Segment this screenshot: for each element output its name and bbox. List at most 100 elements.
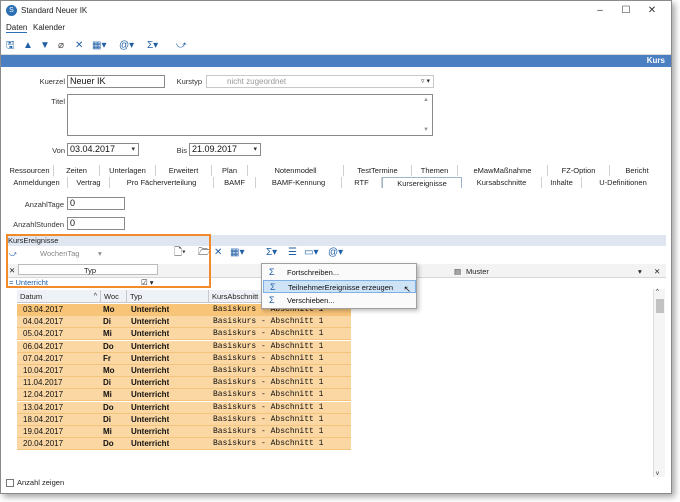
table-row[interactable]: 20.04.2017 Do Unterricht Basiskurs - Abschn… (17, 438, 351, 451)
tab-bamf-kennung[interactable]: BAMF-Kennung (256, 177, 342, 188)
sigma-icon[interactable]: Σ▾ (147, 39, 158, 53)
anzahlstunden-input[interactable]: 0 (67, 217, 125, 230)
sigma-icon[interactable]: Σ▾ (266, 246, 277, 260)
tab-pro-faecherverteilung[interactable]: Pro Fächerverteilung (110, 177, 214, 188)
calendar-dropdown-icon[interactable]: ▾ (253, 144, 257, 155)
menu-item-label: TeilnehmerEreignisse erzeugen (288, 283, 394, 292)
anzahl-zeigen-checkbox[interactable] (6, 479, 14, 488)
window-title: Standard Neuer IK (21, 6, 88, 15)
delete-icon[interactable]: ✕ (75, 39, 83, 53)
minimize-button[interactable]: – (593, 4, 607, 18)
sigma-icon: Σ (269, 267, 275, 277)
close-icon[interactable]: ✕ (654, 267, 660, 276)
woc-cell: Do (103, 439, 114, 449)
tab-anmeldungen[interactable]: Anmeldungen (6, 177, 68, 188)
tab-bericht[interactable]: Bericht (610, 165, 664, 176)
typ-cell: Unterricht (131, 439, 170, 449)
chevron-down-icon: ▿ ▾ (421, 78, 430, 85)
table-row[interactable]: 18.04.2017 Di Unterricht Basiskurs - Abschn… (17, 413, 351, 426)
kursabschnitt-cell: Basiskurs - Abschnitt 1 (213, 378, 324, 388)
woc-cell: Mi (103, 329, 112, 339)
tabs-row-1: Ressourcen Zeiten Unterlagen Erweitert P… (6, 165, 664, 176)
attach-icon[interactable]: ⌀ (58, 39, 64, 53)
menu-item-teilnehmerereignisse[interactable]: Σ TeilnehmerEreignisse erzeugen ↖ (263, 280, 416, 294)
menu-item-fortschreiben[interactable]: Σ Fortschreiben... (263, 266, 416, 279)
tab-bamf[interactable]: BAMF (214, 177, 256, 188)
tab-erweitert[interactable]: Erweitert (156, 165, 212, 176)
bis-date-field[interactable]: 21.09.2017 ▾ (189, 143, 261, 156)
tab-inhalte[interactable]: Inhalte (542, 177, 582, 188)
kursabschnitt-cell: Basiskurs - Abschnitt 1 (213, 439, 324, 449)
titel-textarea[interactable]: ▲ ▼ (67, 94, 433, 136)
menu-daten[interactable]: Daten (6, 23, 28, 33)
tab-ressourcen[interactable]: Ressourcen (6, 165, 54, 176)
up-arrow-icon[interactable]: ▲ (23, 39, 33, 53)
table-row[interactable]: 06.04.2017 Do Unterricht Basiskurs - Abschn… (17, 340, 351, 353)
table-icon[interactable]: ☰ (288, 246, 297, 260)
muster-label: Muster (466, 267, 489, 276)
woc-cell: Do (103, 402, 114, 412)
save-icon[interactable]: 🖫 (6, 39, 15, 53)
tab-testtermine[interactable]: TestTermine (344, 165, 412, 176)
table-row[interactable]: 07.04.2017 Fr Unterricht Basiskurs - Abschn… (17, 352, 351, 365)
table-row[interactable]: 04.04.2017 Di Unterricht Basiskurs - Abschn… (17, 316, 351, 329)
delete-icon[interactable]: ✕ (214, 246, 222, 260)
tab-themen[interactable]: Themen (412, 165, 458, 176)
table-row[interactable]: 12.04.2017 Mi Unterricht Basiskurs - Abschn… (17, 389, 351, 402)
scrollbar-thumb[interactable] (656, 299, 664, 313)
kursabschnitt-cell: Basiskurs - Abschnitt 1 (213, 414, 324, 424)
scroll-up-icon[interactable]: ▲ (423, 97, 429, 103)
title-bar: S Standard Neuer IK – ☐ ✕ (1, 1, 671, 21)
column-datum[interactable]: Datum ^ (17, 290, 101, 303)
down-arrow-icon[interactable]: ▼ (40, 39, 50, 53)
window-icon[interactable]: ▭▾ (304, 246, 318, 260)
tab-unterlagen[interactable]: Unterlagen (100, 165, 156, 176)
sort-up-icon: ^ (93, 293, 97, 300)
tab-rtf[interactable]: RTF (342, 177, 382, 188)
tab-emawmassnahme[interactable]: eMawMaßnahme (458, 165, 548, 176)
vertical-scrollbar[interactable]: ^ v (653, 289, 665, 477)
kuerzel-input[interactable]: Neuer IK (67, 75, 165, 88)
datum-cell: 18.04.2017 (23, 414, 64, 424)
scroll-down-icon[interactable]: ▼ (423, 127, 429, 133)
link-icon[interactable]: ⤻ (176, 39, 187, 53)
table-row[interactable]: 13.04.2017 Do Unterricht Basiskurs - Abschn… (17, 401, 351, 414)
scroll-up-icon[interactable]: ^ (656, 289, 659, 295)
tab-zeiten[interactable]: Zeiten (54, 165, 100, 176)
tab-plan[interactable]: Plan (212, 165, 248, 176)
chevron-down-icon[interactable]: ▾ (638, 267, 642, 276)
datum-cell: 03.04.2017 (23, 305, 64, 314)
typ-cell: Unterricht (131, 378, 170, 388)
kurstyp-select[interactable]: nicht zugeordnet ▿ ▾ (206, 75, 434, 88)
menu-kalender[interactable]: Kalender (33, 23, 65, 32)
table-row[interactable]: 10.04.2017 Mo Unterricht Basiskurs - Abschn… (17, 365, 351, 377)
close-button[interactable]: ✕ (645, 4, 659, 18)
at-icon[interactable]: @▾ (328, 246, 343, 260)
tab-kursereignisse[interactable]: Kursereignisse (382, 177, 462, 188)
table-row[interactable]: 19.04.2017 Mi Unterricht Basiskurs - Abschn… (17, 426, 351, 438)
maximize-button[interactable]: ☐ (619, 4, 633, 18)
tab-kursabschnitte[interactable]: Kursabschnitte (462, 177, 542, 188)
table-row[interactable]: 05.04.2017 Mi Unterricht Basiskurs - Abschn… (17, 328, 351, 341)
datum-cell: 12.04.2017 (23, 390, 64, 400)
anzahlstunden-label: AnzahlStunden (13, 220, 64, 229)
column-typ[interactable]: Typ (127, 290, 209, 303)
tab-vertrag[interactable]: Vertrag (68, 177, 110, 188)
muster-icon: ▤ (454, 267, 462, 276)
calendar-dropdown-icon[interactable]: ▾ (131, 144, 135, 155)
von-date-field[interactable]: 03.04.2017 ▾ (67, 143, 139, 156)
woc-cell: Fr (103, 353, 111, 363)
menu-item-verschieben[interactable]: Σ Verschieben... (263, 294, 416, 307)
tab-notenmodell[interactable]: Notenmodell (248, 165, 344, 176)
tab-u-definitionen[interactable]: U-Definitionen (582, 177, 664, 188)
anzahltage-input[interactable]: 0 (67, 197, 125, 210)
kursabschnitt-cell: Basiskurs - Abschnitt 1 (213, 366, 324, 375)
datum-cell: 11.04.2017 (23, 378, 63, 388)
tab-fz-option[interactable]: FZ-Option (548, 165, 610, 176)
at-icon[interactable]: @▾ (119, 39, 134, 53)
titel-label: Titel (51, 97, 65, 106)
column-woc[interactable]: Woc (101, 290, 127, 303)
grid-icon[interactable]: ▦▾ (92, 39, 106, 53)
table-row[interactable]: 11.04.2017 Di Unterricht Basiskurs - Abschn… (17, 377, 351, 390)
grid-icon[interactable]: ▦▾ (230, 246, 244, 260)
